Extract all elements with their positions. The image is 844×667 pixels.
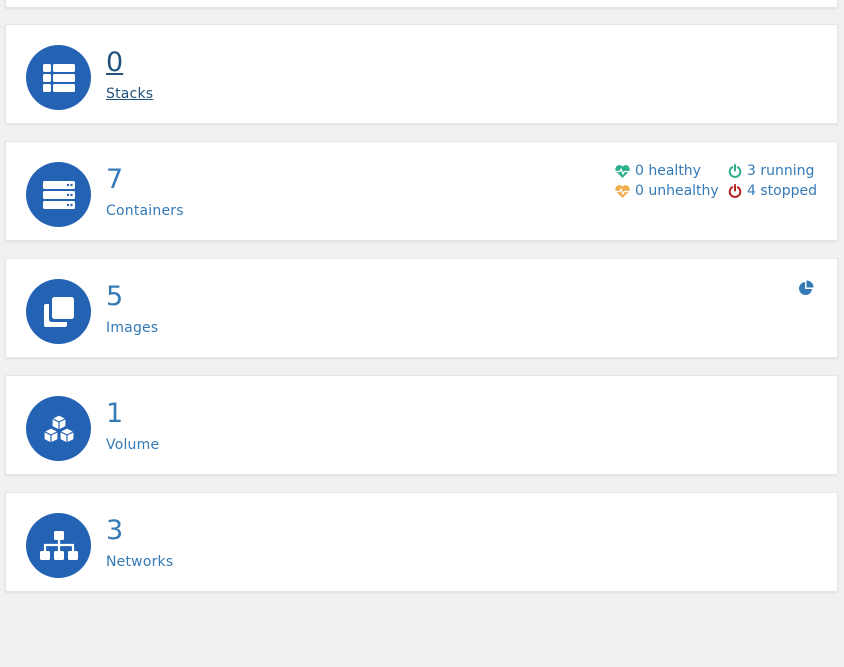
clone-icon (43, 296, 74, 327)
healthy-status: 0 healthy (615, 161, 701, 181)
server-icon (42, 180, 75, 209)
stacks-icon-circle (26, 45, 91, 110)
networks-icon-circle (26, 513, 91, 578)
cubes-icon (42, 413, 75, 444)
running-count: 3 running (747, 163, 815, 179)
previous-widget (5, 0, 838, 8)
healthy-count: 0 healthy (635, 163, 701, 179)
sitemap-icon (39, 530, 78, 560)
containers-widget[interactable]: 7 Containers 0 healthy 0 unhealthy 3 run… (5, 141, 838, 241)
volumes-count[interactable]: 1 (106, 398, 123, 430)
networks-label[interactable]: Networks (106, 553, 173, 571)
stacks-label[interactable]: Stacks (106, 85, 153, 103)
th-list-icon (42, 63, 75, 92)
unhealthy-count: 0 unhealthy (635, 183, 719, 199)
stopped-count: 4 stopped (747, 183, 817, 199)
unhealthy-status: 0 unhealthy (615, 181, 719, 201)
images-icon-circle (26, 279, 91, 344)
stopped-status: 4 stopped (728, 181, 817, 201)
images-label[interactable]: Images (106, 319, 158, 337)
containers-label[interactable]: Containers (106, 202, 184, 220)
containers-icon-circle (26, 162, 91, 227)
stacks-count[interactable]: 0 (106, 47, 123, 79)
running-status: 3 running (728, 161, 814, 181)
power-icon (728, 164, 742, 178)
heartbeat-icon (615, 184, 630, 198)
volumes-label[interactable]: Volume (106, 436, 159, 454)
networks-widget[interactable]: 3 Networks (5, 492, 838, 592)
stacks-widget[interactable]: 0 Stacks (5, 24, 838, 124)
containers-count[interactable]: 7 (106, 164, 123, 196)
power-icon (728, 184, 742, 198)
images-count[interactable]: 5 (106, 281, 123, 313)
volumes-widget[interactable]: 1 Volume (5, 375, 838, 475)
heartbeat-icon (615, 164, 630, 178)
networks-count[interactable]: 3 (106, 515, 123, 547)
images-widget[interactable]: 5 Images (5, 258, 838, 358)
pie-chart-icon[interactable] (798, 280, 814, 296)
volumes-icon-circle (26, 396, 91, 461)
